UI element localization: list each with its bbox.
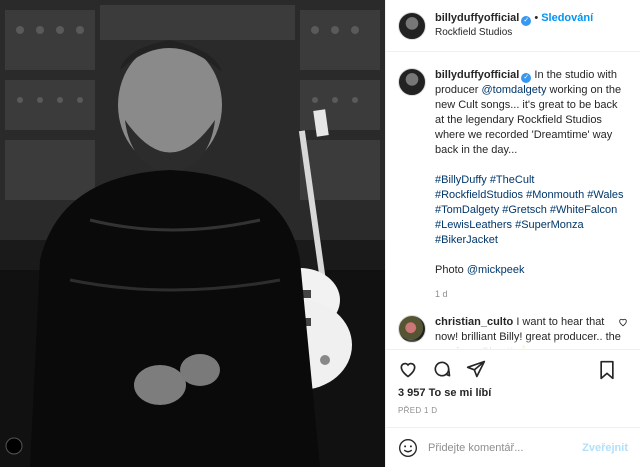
avatar[interactable] [398, 11, 426, 40]
comment-input[interactable] [428, 441, 583, 454]
studio-photo-illustration [0, 0, 385, 467]
caption-time: 1 d [435, 289, 448, 299]
header-info: billyduffyofficial ✓ • Sledování Rockfield … [435, 11, 593, 40]
heart-icon[interactable] [398, 359, 418, 379]
verified-badge-icon: ✓ [521, 73, 532, 83]
caption-avatar[interactable] [398, 68, 426, 96]
instagram-post: billyduffyofficial ✓ • Sledování Rockfield … [0, 0, 640, 467]
comment-icon[interactable] [432, 359, 452, 379]
caption-row: billyduffyofficial ✓ In the studio with p… [398, 68, 628, 302]
photo-credit: Photo @mickpeek [435, 263, 625, 278]
share-icon[interactable] [466, 359, 486, 379]
commenter-username[interactable]: christian_culto [435, 316, 513, 328]
hashtags[interactable]: #BillyDuffy #TheCult #RockfieldStudios #… [435, 173, 625, 248]
emoji-icon[interactable] [398, 438, 418, 458]
comment-like-heart-icon[interactable] [618, 317, 628, 327]
caption-username[interactable]: billyduffyofficial [435, 69, 519, 81]
username-link[interactable]: billyduffyofficial [435, 12, 519, 24]
publish-button[interactable]: Zveřejnit [582, 442, 628, 454]
comments-section: billyduffyofficial ✓ In the studio with p… [386, 52, 640, 349]
comments-fade [386, 339, 640, 349]
mention-link[interactable]: @tomdalgety [481, 84, 546, 96]
separator-dot: • [534, 12, 539, 24]
photo-label: Photo [435, 264, 464, 276]
verified-badge-icon: ✓ [521, 16, 532, 26]
add-comment-bar: Zveřejnit [386, 427, 640, 467]
action-bar [386, 349, 640, 387]
caption-text: billyduffyofficial ✓ In the studio with p… [435, 68, 625, 302]
follow-button[interactable]: Sledování [541, 12, 593, 24]
likes-count[interactable]: 3 957 To se mi líbí [386, 387, 640, 403]
post-sidebar: billyduffyofficial ✓ • Sledování Rockfield … [385, 0, 640, 467]
bookmark-icon[interactable] [598, 360, 616, 380]
photo-mention-link[interactable]: @mickpeek [467, 264, 525, 276]
post-header: billyduffyofficial ✓ • Sledování Rockfield … [386, 0, 640, 52]
location-link[interactable]: Rockfield Studios [435, 26, 593, 40]
post-photo[interactable] [0, 0, 385, 467]
post-date[interactable]: PŘED 1 D [386, 403, 640, 427]
